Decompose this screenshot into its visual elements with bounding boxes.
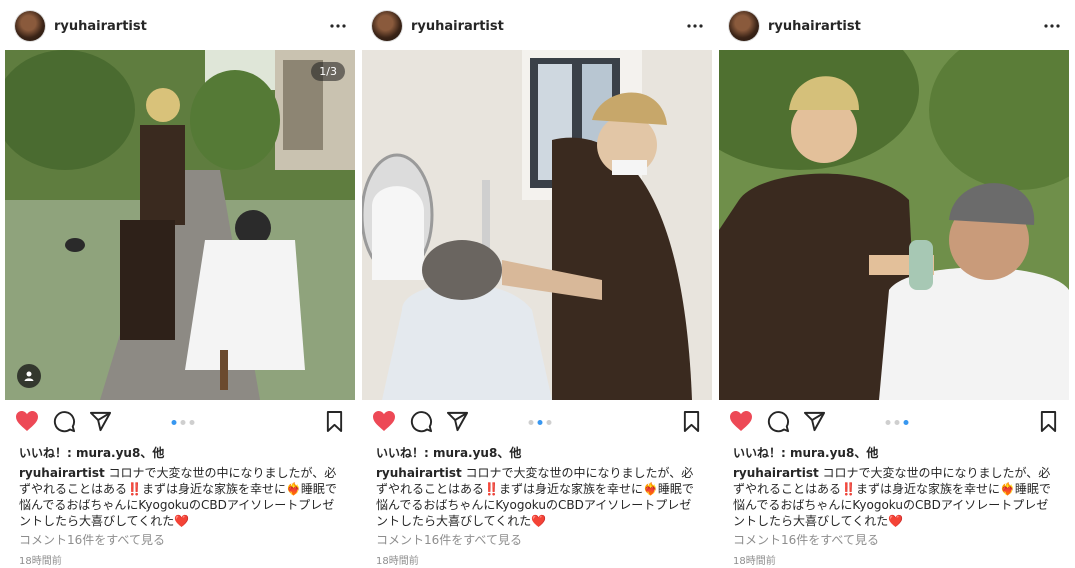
bookmark-icon[interactable] bbox=[325, 410, 344, 437]
carousel-dot bbox=[189, 420, 194, 425]
action-bar bbox=[372, 408, 707, 436]
action-bar bbox=[729, 408, 1064, 436]
post-timestamp: 18時間前 bbox=[19, 556, 62, 567]
heart-icon[interactable] bbox=[15, 410, 39, 436]
likes-prefix: いいね！: bbox=[376, 446, 433, 460]
carousel-dots bbox=[528, 420, 551, 425]
bookmark-icon[interactable] bbox=[1039, 410, 1058, 437]
likes-line: いいね！: mura.yu8、他 bbox=[733, 444, 878, 461]
instagram-post-row: ryuhairartist 1/3 いいね！: mura.yu8、他 ryuha… bbox=[0, 0, 1075, 568]
share-icon[interactable] bbox=[89, 410, 112, 437]
image-counter: 1/3 bbox=[311, 62, 345, 81]
carousel-dot bbox=[546, 420, 551, 425]
carousel-dot bbox=[885, 420, 890, 425]
heart-icon[interactable] bbox=[729, 410, 753, 436]
carousel-dot bbox=[180, 420, 185, 425]
carousel-dot bbox=[528, 420, 533, 425]
comment-icon[interactable] bbox=[410, 410, 433, 437]
carousel-dot bbox=[537, 420, 542, 425]
bookmark-icon[interactable] bbox=[682, 410, 701, 437]
heart-icon[interactable] bbox=[372, 410, 396, 436]
post-timestamp: 18時間前 bbox=[733, 556, 776, 567]
carousel-dots bbox=[885, 420, 908, 425]
username[interactable]: ryuhairartist bbox=[54, 19, 147, 34]
carousel-dot bbox=[171, 420, 176, 425]
caption-username[interactable]: ryuhairartist bbox=[733, 466, 819, 480]
share-icon[interactable] bbox=[803, 410, 826, 437]
username[interactable]: ryuhairartist bbox=[411, 19, 504, 34]
likes-line: いいね！: mura.yu8、他 bbox=[376, 444, 521, 461]
likes-prefix: いいね！: bbox=[19, 446, 76, 460]
avatar[interactable] bbox=[372, 11, 402, 41]
share-icon[interactable] bbox=[446, 410, 469, 437]
caption: ryuhairartist コロナで大変な世の中になりましたが、必ずやれることは… bbox=[733, 465, 1058, 529]
action-bar bbox=[15, 408, 350, 436]
liker-username[interactable]: mura.yu8 bbox=[433, 446, 497, 460]
post-photo[interactable] bbox=[362, 50, 712, 400]
post-header: ryuhairartist bbox=[372, 10, 709, 42]
likes-prefix: いいね！: bbox=[733, 446, 790, 460]
user-tag-icon[interactable] bbox=[17, 364, 41, 388]
caption-username[interactable]: ryuhairartist bbox=[19, 466, 105, 480]
likes-suffix[interactable]: 、他 bbox=[854, 446, 878, 460]
caption-username[interactable]: ryuhairartist bbox=[376, 466, 462, 480]
post-card: ryuhairartist bbox=[5, 0, 356, 568]
carousel-dot bbox=[894, 420, 899, 425]
view-comments-link[interactable]: コメント16件をすべて見る bbox=[19, 531, 165, 548]
comment-icon[interactable] bbox=[767, 410, 790, 437]
view-comments-link[interactable]: コメント16件をすべて見る bbox=[733, 531, 879, 548]
caption: ryuhairartist コロナで大変な世の中になりましたが、必ずやれることは… bbox=[19, 465, 344, 529]
username[interactable]: ryuhairartist bbox=[768, 19, 861, 34]
likes-line: いいね！: mura.yu8、他 bbox=[19, 444, 164, 461]
post-header: ryuhairartist bbox=[729, 10, 1066, 42]
carousel-dots bbox=[171, 420, 194, 425]
liker-username[interactable]: mura.yu8 bbox=[790, 446, 854, 460]
post-card: ryuhairartist bbox=[362, 0, 713, 568]
likes-suffix[interactable]: 、他 bbox=[497, 446, 521, 460]
post-card: ryuhairartist bbox=[719, 0, 1070, 568]
liker-username[interactable]: mura.yu8 bbox=[76, 446, 140, 460]
likes-suffix[interactable]: 、他 bbox=[140, 446, 164, 460]
caption: ryuhairartist コロナで大変な世の中になりましたが、必ずやれることは… bbox=[376, 465, 701, 529]
carousel-dot bbox=[903, 420, 908, 425]
more-icon[interactable] bbox=[1038, 16, 1066, 36]
view-comments-link[interactable]: コメント16件をすべて見る bbox=[376, 531, 522, 548]
post-photo[interactable] bbox=[719, 50, 1069, 400]
post-timestamp: 18時間前 bbox=[376, 556, 419, 567]
post-photo[interactable]: 1/3 bbox=[5, 50, 355, 400]
more-icon[interactable] bbox=[681, 16, 709, 36]
comment-icon[interactable] bbox=[53, 410, 76, 437]
avatar[interactable] bbox=[729, 11, 759, 41]
post-header: ryuhairartist bbox=[15, 10, 352, 42]
avatar[interactable] bbox=[15, 11, 45, 41]
more-icon[interactable] bbox=[324, 16, 352, 36]
